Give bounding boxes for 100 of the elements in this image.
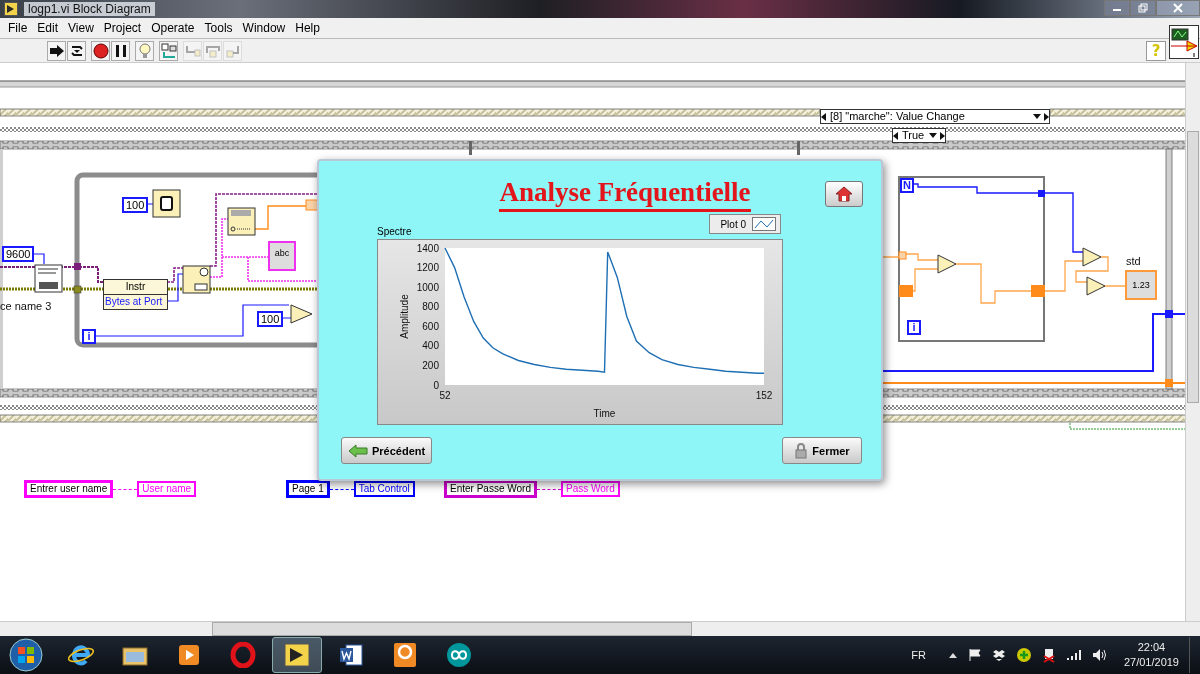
abort-button[interactable] xyxy=(91,40,110,61)
menu-item[interactable]: Help xyxy=(290,21,325,35)
restore-icon xyxy=(1138,3,1148,13)
retain-button[interactable] xyxy=(159,40,178,61)
signal-icon[interactable] xyxy=(1065,649,1082,661)
shift-register xyxy=(1031,285,1045,297)
y-tick-label: 600 xyxy=(422,320,439,332)
event-selector[interactable]: [8] "marche": Value Change xyxy=(820,109,1050,124)
dialog-title: Analyse Fréquentielle xyxy=(499,175,751,212)
case-selector[interactable]: True xyxy=(892,128,946,143)
vertical-scrollbar[interactable] xyxy=(1185,63,1200,621)
iteration-terminal: i xyxy=(82,329,96,344)
menu-item[interactable]: Project xyxy=(98,21,147,35)
y-tick-label: 1000 xyxy=(416,281,439,293)
pause-button[interactable] xyxy=(111,40,130,61)
tunnel xyxy=(1165,310,1173,318)
dropdown-arrows-icon xyxy=(1033,112,1049,121)
plot-legend[interactable]: Plot 0 xyxy=(709,214,781,234)
browser-icon xyxy=(67,642,95,668)
square-root-node xyxy=(1086,276,1106,296)
menu-item[interactable]: File xyxy=(3,21,33,35)
close-button[interactable]: Fermer xyxy=(782,437,862,464)
visa-serial-node xyxy=(34,264,63,293)
close-icon xyxy=(1173,3,1183,13)
left-arrow-icon xyxy=(893,131,899,140)
y-tick-label: 0 xyxy=(433,379,439,391)
graph-label: Spectre xyxy=(377,226,412,237)
left-arrow-icon xyxy=(821,112,827,121)
start-button[interactable] xyxy=(8,637,44,673)
app-icon xyxy=(4,2,18,16)
equal-node xyxy=(290,304,313,324)
language-indicator[interactable]: FR xyxy=(911,649,926,661)
y-tick-label: 200 xyxy=(422,359,439,371)
pdf-file-icon xyxy=(392,641,418,669)
lock-icon xyxy=(794,442,809,459)
numeric-constant: 100 xyxy=(122,197,149,213)
resource-label: ce name 3 xyxy=(0,300,52,312)
horizontal-scrollbar[interactable] xyxy=(0,621,1200,636)
left-arrow-icon xyxy=(348,443,368,458)
tunnel xyxy=(898,251,907,260)
close-button[interactable] xyxy=(1156,0,1200,16)
play-icon xyxy=(177,643,201,667)
shift-register xyxy=(74,263,81,270)
highlight-button[interactable] xyxy=(135,40,154,61)
home-icon xyxy=(834,186,854,202)
property-node: Instr Bytes at Port xyxy=(103,279,168,310)
y-tick-label: 400 xyxy=(422,340,439,352)
numeric-indicator: 1.23 xyxy=(1125,270,1157,300)
y-tick-label: 800 xyxy=(422,301,439,313)
home-button[interactable] xyxy=(825,181,863,207)
infinity-icon xyxy=(445,642,473,668)
y-axis-label: Amplitude xyxy=(399,294,410,339)
clock-time[interactable]: 22:04 xyxy=(1137,640,1166,655)
divide-node xyxy=(1082,247,1102,267)
y-tick-label: 1200 xyxy=(416,262,439,274)
iteration-terminal: i xyxy=(907,320,921,335)
count-terminal: N xyxy=(900,178,914,193)
x-axis-label: Time xyxy=(593,408,616,419)
retain-icon xyxy=(160,42,177,59)
ring-icon xyxy=(230,642,256,668)
box-icon[interactable] xyxy=(991,648,1006,662)
wait-node xyxy=(152,189,181,218)
vi-icon[interactable] xyxy=(1169,25,1199,59)
menu-item[interactable]: View xyxy=(63,21,99,35)
run-button[interactable] xyxy=(47,40,66,61)
plus-circle-icon[interactable] xyxy=(1015,647,1032,663)
highlight-icon xyxy=(136,42,153,59)
document-icon xyxy=(338,642,364,668)
clock-date[interactable]: 27/01/2019 xyxy=(1123,655,1179,670)
window-title: logp1.vi Block Diagram xyxy=(24,2,155,16)
local-variable: User name xyxy=(137,481,197,497)
line-sample-icon xyxy=(752,217,776,231)
indicator-label: std xyxy=(1126,255,1141,267)
y-tick-label: 1400 xyxy=(416,242,439,254)
string-indicator: abc xyxy=(268,241,296,271)
tunnel xyxy=(1165,379,1173,387)
power-plug-icon[interactable] xyxy=(1041,647,1056,663)
run-continuously-button[interactable] xyxy=(67,40,86,61)
menu-item[interactable]: Tools xyxy=(199,21,238,35)
menu-item[interactable]: Operate xyxy=(146,21,200,35)
flag-icon[interactable] xyxy=(967,648,982,662)
menu-item[interactable]: Edit xyxy=(32,21,64,35)
restore-button[interactable] xyxy=(1130,0,1156,16)
shift-register xyxy=(899,285,913,297)
visa-read-node xyxy=(182,265,211,294)
x-tick-label: 152 xyxy=(755,390,773,401)
back-button[interactable]: Précédent xyxy=(341,437,433,464)
menu-item[interactable]: Window xyxy=(237,21,291,35)
abort-icon xyxy=(92,42,109,59)
minimize-button[interactable] xyxy=(1104,0,1130,16)
local-variable: Pass Word xyxy=(560,481,620,497)
numeric-constant: 9600 xyxy=(2,246,35,262)
local-variable: Tab Control xyxy=(353,481,415,497)
dropdown-arrows-icon xyxy=(929,131,945,140)
speaker-icon[interactable] xyxy=(1091,648,1108,662)
taskbar-app-button[interactable] xyxy=(272,637,322,673)
run-icon xyxy=(48,42,65,59)
control-terminal: Page 1 xyxy=(286,480,330,498)
control-terminal: Entrer user name xyxy=(24,480,114,498)
shift-register xyxy=(73,285,82,294)
